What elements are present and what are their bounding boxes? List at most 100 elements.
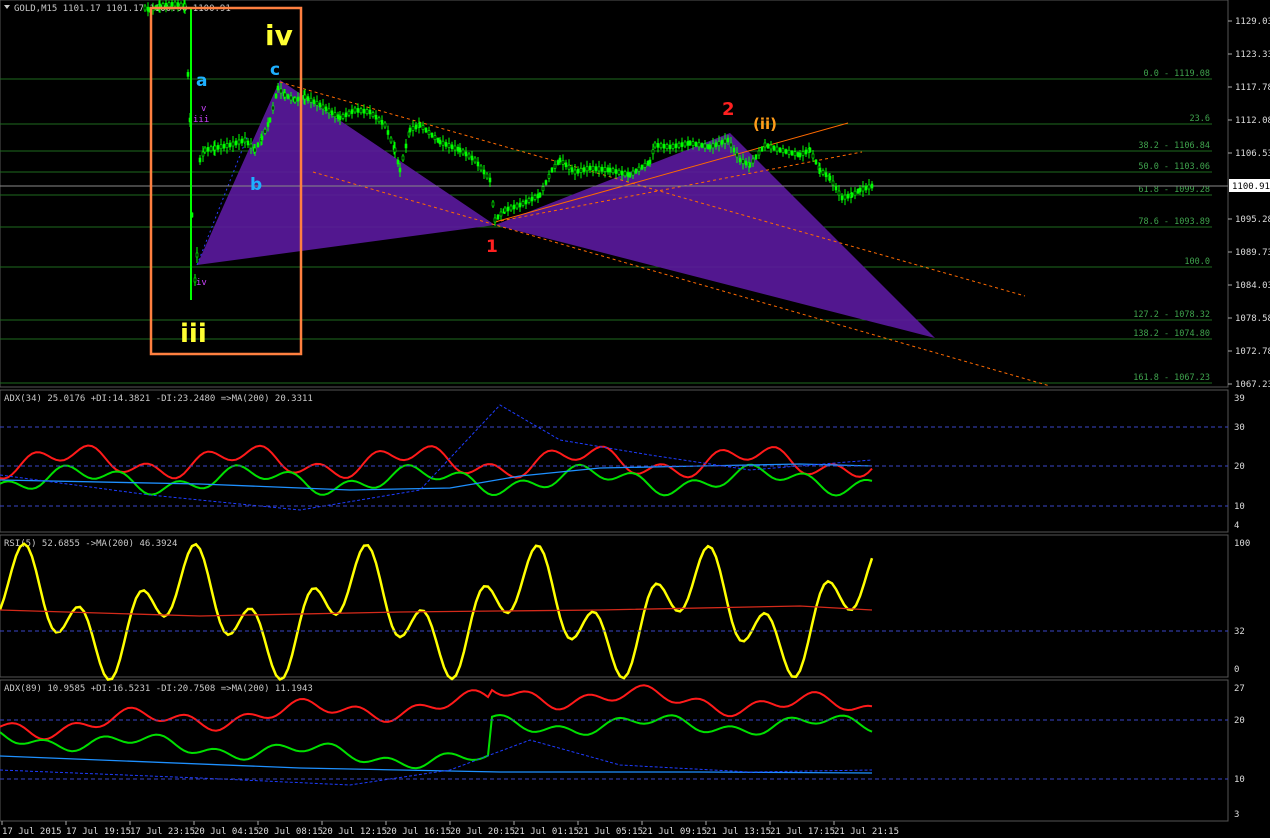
candle-body (677, 142, 681, 148)
time-axis[interactable]: 17 Jul 2015 17 Jul 19:1517 Jul 23:1520 Ju… (1, 821, 899, 837)
candle-body (418, 122, 422, 128)
fib-label: 161.8 - 1067.23 (1133, 373, 1210, 383)
candle-body (447, 143, 451, 148)
wave-label-a: a (196, 71, 207, 91)
candle-body (243, 137, 247, 143)
time-tick-label: 17 Jul 23:15 (130, 827, 195, 837)
candle-body (318, 102, 322, 108)
candle-body (798, 152, 802, 158)
candle-body (424, 127, 428, 133)
indicator-lines (0, 404, 874, 786)
candle-body (266, 122, 270, 127)
candle-body (450, 144, 454, 150)
candle-body (203, 147, 207, 153)
candle-body (564, 162, 568, 168)
adx89-header: ADX(89) 10.9585 +DI:16.5231 -DI:20.7508 … (4, 684, 313, 694)
chart-menu-icon[interactable] (4, 5, 10, 9)
candle-body (365, 109, 369, 114)
candle-body (843, 194, 847, 200)
fib-label: 100.0 (1184, 257, 1210, 267)
candle-body (550, 167, 554, 173)
indicator-tick-label: 32 (1234, 627, 1245, 637)
candle-body (623, 171, 627, 177)
candle-body (784, 149, 788, 154)
candle-body (870, 183, 874, 189)
candle-body (408, 127, 412, 133)
candle-body (748, 162, 752, 168)
candle-body (518, 202, 522, 208)
candle-body (703, 143, 707, 149)
candle-body (173, 1, 177, 7)
candle-body (414, 124, 418, 130)
wave-label-1: 1 (486, 237, 498, 257)
indicator-tick-label: 10 (1234, 502, 1245, 512)
candle-body (377, 117, 381, 123)
candle-body (757, 150, 761, 156)
candle-body (840, 195, 844, 201)
candle-body (315, 101, 319, 106)
candle-body (738, 157, 742, 163)
fib-label: 50.0 - 1103.06 (1138, 162, 1210, 172)
candle-body (711, 143, 715, 149)
candle-body (488, 177, 492, 183)
candle-body (561, 160, 565, 165)
candle-body (617, 169, 621, 175)
candle-body (246, 140, 250, 146)
candle-body (579, 168, 583, 173)
candle-body (398, 167, 402, 173)
candle-body (341, 114, 345, 119)
candle-body (656, 143, 660, 148)
candle-body (206, 147, 210, 152)
candle-body (688, 140, 692, 146)
candle-body (772, 145, 776, 151)
candle-body (493, 217, 497, 223)
rsi-panel[interactable] (0, 534, 1229, 678)
candle-body (509, 205, 513, 211)
candle-body (491, 201, 495, 207)
time-tick-label: 21 Jul 05:15 (578, 827, 643, 837)
candle-body (729, 142, 733, 148)
candle-body (834, 185, 838, 191)
rsi-header: RSI(5) 52.6855 ->MA(200) 46.3924 (4, 539, 177, 549)
price-tick-label: 1078.58 (1235, 314, 1270, 324)
candle-body (496, 214, 500, 220)
candle-body (506, 206, 510, 212)
candle-body (831, 180, 835, 186)
indicator-tick-label: 100 (1234, 539, 1250, 549)
indicator-tick-label: 39 (1234, 394, 1245, 404)
candle-body (271, 105, 275, 111)
candle-body (482, 169, 486, 175)
candle-body (603, 167, 607, 172)
candle-body (430, 132, 434, 138)
candle-body (637, 166, 641, 172)
candle-body (186, 72, 190, 77)
candle-body (461, 149, 465, 155)
candle-body (143, 5, 147, 11)
candle-body (146, 6, 150, 12)
candle-body (665, 144, 669, 149)
candle-body (659, 143, 663, 149)
candle-body (821, 170, 825, 175)
indicator-tick-label: 27 (1234, 684, 1245, 694)
candle-body (347, 110, 351, 116)
candle-body (781, 148, 785, 154)
candle-body (790, 150, 794, 156)
candle-body (293, 97, 297, 103)
price-axis[interactable]: 1129.03 1123.33 1117.78 1112.08 1106.53 1095.… (1228, 17, 1270, 390)
adx34-panel[interactable] (0, 389, 1229, 533)
candle-body (296, 96, 300, 102)
trading-chart[interactable]: GOLD,M15 1101.17 1101.17 1100.90 1100.91… (0, 0, 1270, 838)
candle-body (344, 112, 348, 118)
time-tick-label: 20 Jul 04:15 (194, 827, 259, 837)
candle-body (588, 165, 592, 171)
candle-body (330, 110, 334, 116)
candle-body (846, 193, 850, 199)
candle-body (362, 108, 366, 114)
candle-body (289, 95, 293, 101)
candle-body (573, 169, 577, 175)
candle-body (231, 141, 235, 147)
candle-body (228, 142, 232, 148)
price-tick-label: 1112.08 (1235, 116, 1270, 126)
wave-label-c: c (270, 60, 280, 80)
candle-body (769, 144, 773, 150)
